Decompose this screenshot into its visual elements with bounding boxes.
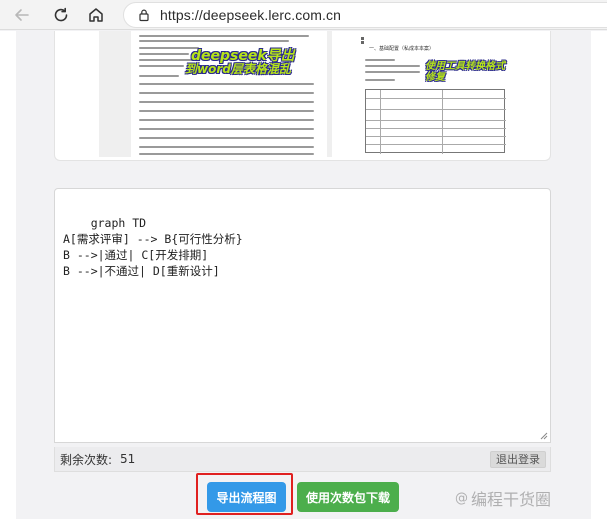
page-content: deepseek导出 到word层表格混乱 一、基础配置（私成本本案） 使用工具… bbox=[0, 31, 607, 519]
text-line bbox=[365, 71, 420, 73]
text-line bbox=[139, 53, 189, 55]
url-text: https://deepseek.lerc.com.cn bbox=[160, 7, 341, 23]
text-line bbox=[365, 65, 420, 67]
text-line bbox=[139, 146, 314, 148]
remaining-label: 剩余次数: bbox=[60, 452, 113, 467]
preview-image-left[interactable]: deepseek导出 到word层表格混乱 bbox=[99, 31, 332, 157]
watermark: @ 编程干货圈 bbox=[455, 486, 551, 510]
text-line bbox=[139, 128, 314, 130]
arrow-left-icon bbox=[15, 9, 29, 21]
export-flowchart-button[interactable]: 导出流程图 bbox=[207, 482, 286, 512]
page-margin-left bbox=[0, 31, 16, 519]
text-line bbox=[139, 40, 289, 42]
text-line bbox=[139, 110, 314, 112]
text-line bbox=[139, 119, 314, 121]
overlay-title-right: 使用工具转换格式修复 bbox=[425, 61, 505, 83]
text-line bbox=[139, 83, 314, 85]
text-line bbox=[139, 137, 314, 139]
resize-grip-icon[interactable] bbox=[540, 432, 548, 440]
reload-button[interactable] bbox=[50, 4, 72, 26]
watermark-at: @ bbox=[455, 490, 468, 506]
text-line bbox=[139, 65, 184, 67]
remaining-value: 51 bbox=[120, 452, 136, 466]
browser-toolbar: https://deepseek.lerc.com.cn bbox=[0, 0, 607, 30]
text-line bbox=[139, 101, 314, 103]
watermark-text: 编程干货圈 bbox=[471, 490, 552, 509]
logout-button[interactable]: 退出登录 bbox=[490, 450, 546, 468]
back-button[interactable] bbox=[11, 4, 33, 26]
image-preview-card: deepseek导出 到word层表格混乱 一、基础配置（私成本本案） 使用工具… bbox=[54, 31, 551, 161]
text-line bbox=[139, 47, 199, 49]
text-line bbox=[139, 75, 179, 77]
text-line bbox=[365, 59, 395, 61]
address-bar[interactable]: https://deepseek.lerc.com.cn bbox=[123, 2, 607, 28]
text-line bbox=[139, 92, 314, 94]
lock-icon bbox=[139, 9, 149, 22]
code-editor[interactable]: graph TD A[需求评审] --> B{可行性分析} B -->|通过| … bbox=[54, 188, 551, 443]
text-line bbox=[139, 35, 309, 37]
document-table bbox=[365, 89, 506, 154]
reload-icon bbox=[54, 7, 68, 22]
status-bar: 剩余次数: 51 退出登录 bbox=[54, 447, 551, 472]
page-margin-right bbox=[591, 31, 607, 519]
home-icon bbox=[89, 8, 103, 22]
remaining-count: 剩余次数: 51 bbox=[60, 451, 135, 468]
code-text: graph TD A[需求评审] --> B{可行性分析} B -->|通过| … bbox=[63, 216, 243, 278]
overlay-subtitle: 到word层表格混乱 bbox=[185, 62, 291, 76]
home-button[interactable] bbox=[85, 4, 107, 26]
drag-handle bbox=[361, 37, 365, 47]
package-download-button[interactable]: 使用次数包下载 bbox=[297, 482, 399, 512]
text-line bbox=[139, 153, 314, 155]
preview-image-right[interactable]: 一、基础配置（私成本本案） 使用工具转换格式修复 bbox=[355, 31, 515, 157]
text-line bbox=[365, 79, 395, 81]
doc-heading: 一、基础配置（私成本本案） bbox=[369, 46, 435, 52]
